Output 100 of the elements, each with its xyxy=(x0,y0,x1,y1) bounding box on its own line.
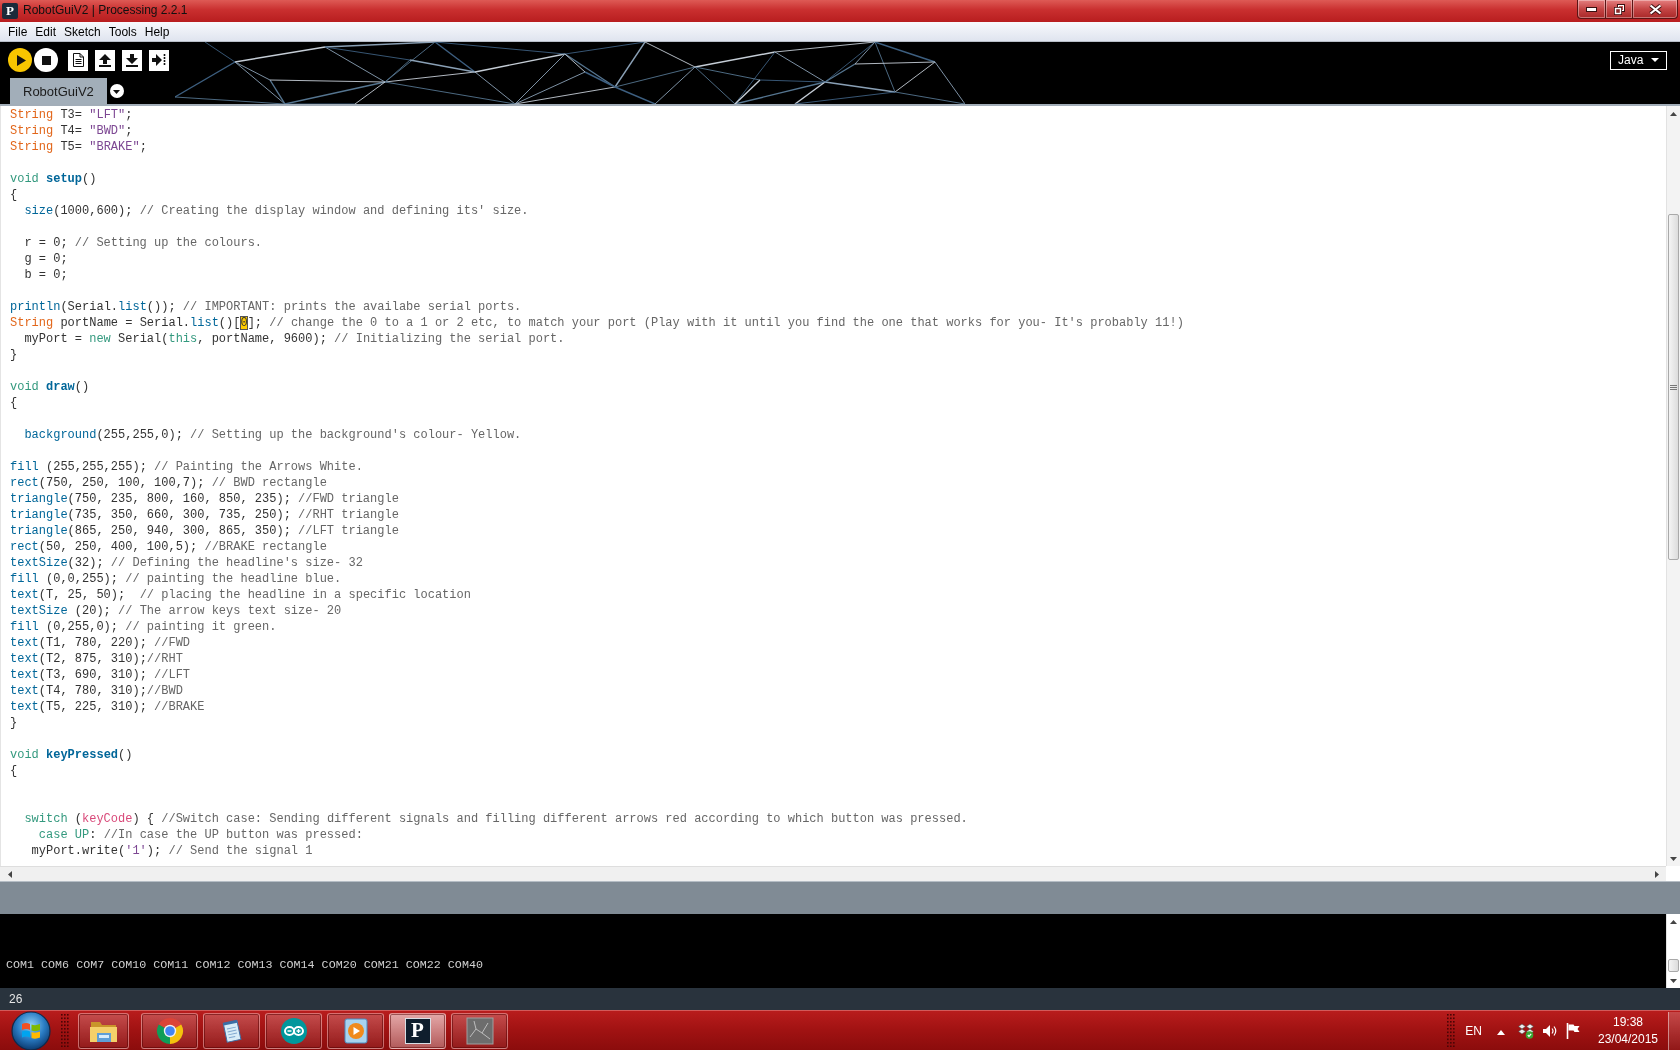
code-line: text(T5, 225, 310); //BRAKE xyxy=(10,699,205,715)
code-line: println(Serial.list()); // IMPORTANT: prints the availabe serial ports. xyxy=(10,299,522,315)
play-icon xyxy=(341,1016,370,1045)
clock-date[interactable]: 23/04/2015 xyxy=(1597,1030,1659,1048)
up-triangle-icon[interactable] xyxy=(1670,919,1677,924)
play-icon xyxy=(16,54,26,66)
taskbar-button[interactable] xyxy=(265,1012,322,1049)
scroll-thumb[interactable] xyxy=(1668,959,1679,972)
menu-item[interactable]: Help xyxy=(140,22,174,41)
code-line: void setup() xyxy=(10,171,97,187)
boxes-check-icon[interactable] xyxy=(1518,1022,1534,1039)
app-logo: P xyxy=(404,1017,431,1044)
taskbar-button[interactable] xyxy=(203,1012,260,1049)
code-line: } xyxy=(10,715,18,731)
mode-dropdown[interactable]: Java xyxy=(1610,50,1667,70)
code-line: size(1000,600); // Creating the display window and defining its' size. xyxy=(23,203,529,219)
start-button[interactable] xyxy=(9,1010,53,1050)
code-line: text(T, 25, 50); // placing the headline in a specific location xyxy=(10,587,471,603)
document-icon xyxy=(72,53,84,67)
ring-logo-icon xyxy=(155,1016,184,1045)
flag-icon[interactable] xyxy=(1566,1022,1580,1039)
right-triangle-icon[interactable] xyxy=(1655,870,1659,878)
left-triangle-icon[interactable] xyxy=(8,870,12,878)
language-indicator[interactable]: EN xyxy=(1465,1023,1482,1038)
taskbar-button[interactable] xyxy=(327,1012,384,1049)
app-logo: P xyxy=(2,3,18,19)
code-line: String T3= "LFT"; xyxy=(10,107,133,123)
export-button[interactable] xyxy=(149,49,169,71)
up-triangle-icon[interactable] xyxy=(1497,1030,1505,1035)
restore-button[interactable] xyxy=(1606,0,1633,19)
code-line: myPort = new Serial(this, portName, 9600); // Initializing the serial port. xyxy=(23,331,565,347)
code-line: String T5= "BRAKE"; xyxy=(10,139,147,155)
menu-item[interactable]: Sketch xyxy=(60,22,105,41)
new-button[interactable] xyxy=(68,49,88,71)
code-line: triangle(865, 250, 940, 300, 865, 350); //LFT triangle xyxy=(10,523,399,539)
caret-icon xyxy=(113,89,121,94)
code-line: void keyPressed() xyxy=(10,747,133,763)
sketch-tab[interactable]: RobotGuiV2 xyxy=(10,78,107,104)
minimize-button[interactable] xyxy=(1577,0,1606,19)
restore-icon xyxy=(1613,3,1625,15)
code-line: text(T3, 690, 310); //LFT xyxy=(10,667,191,683)
infinity-logo-icon xyxy=(279,1016,308,1045)
run-button[interactable] xyxy=(8,48,32,72)
code-line: } xyxy=(10,347,18,363)
code-line: background(255,255,0); // Setting up the background's colour- Yellow. xyxy=(23,427,522,443)
caret-icon xyxy=(1651,58,1659,62)
console-output: COM1 COM6 COM7 COM10 COM11 COM12 COM13 COM14 COM20 COM21 COM22 COM40 xyxy=(6,957,483,973)
code-line: void draw() xyxy=(10,379,90,395)
code-line: text(T2, 875, 310);//RHT xyxy=(10,651,183,667)
vertical-scrollbar[interactable] xyxy=(1666,914,1680,988)
minimize-icon xyxy=(1586,6,1597,12)
menu-item[interactable]: File xyxy=(4,22,32,41)
taskbar-button[interactable] xyxy=(78,1012,129,1049)
save-button[interactable] xyxy=(122,49,142,71)
taskbar-button[interactable]: P xyxy=(389,1012,446,1049)
close-button[interactable] xyxy=(1633,0,1678,19)
clock-time[interactable]: 19:38 xyxy=(1613,1013,1643,1031)
tab-menu-button[interactable] xyxy=(109,84,124,98)
speaker-icon[interactable] xyxy=(1542,1023,1558,1038)
menu-item[interactable]: Edit xyxy=(31,22,61,41)
close-icon xyxy=(1648,3,1662,15)
code-line: text(T4, 780, 310);//BWD xyxy=(10,683,183,699)
code-line: g = 0; xyxy=(23,251,68,267)
window-title: RobotGuiV2 | Processing 2.2.1 xyxy=(23,2,188,19)
gripper-icon xyxy=(1447,1014,1456,1047)
code-line: case UP: //In case the UP button was pressed: xyxy=(37,827,363,843)
vertical-scrollbar[interactable] xyxy=(1666,106,1680,866)
start-orb-icon xyxy=(10,1010,52,1050)
taskbar-button[interactable] xyxy=(141,1012,198,1049)
scroll-thumb[interactable] xyxy=(1668,214,1679,560)
code-line: String portName = Serial.list()[0]; // change the 0 to a 1 or 2 etc, to match your port (Play with it until you find the one that works for you- It's probably 11!) xyxy=(10,315,1184,331)
code-line: { xyxy=(10,395,18,411)
code-line: String T4= "BWD"; xyxy=(10,123,133,139)
code-line: fill (0,255,0); // painting it green. xyxy=(10,619,277,635)
down-triangle-icon[interactable] xyxy=(1670,978,1677,983)
horizontal-scrollbar[interactable] xyxy=(0,866,1666,881)
code-line: { xyxy=(10,763,18,779)
up-triangle-icon[interactable] xyxy=(1670,111,1677,116)
line-number: 26 xyxy=(9,992,23,1006)
code-line: textSize (20); // The arrow keys text size- 20 xyxy=(10,603,342,619)
stop-button[interactable] xyxy=(34,48,58,72)
stop-icon xyxy=(41,55,51,65)
code-line: switch (keyCode) { //Switch case: Sending different signals and filling different arrows red according to which button was pressed. xyxy=(23,811,968,827)
code-line: triangle(750, 235, 800, 160, 850, 235); //FWD triangle xyxy=(10,491,399,507)
up-arrow-icon xyxy=(99,53,111,67)
code-line: rect(50, 250, 400, 100,5); //BRAKE rectangle xyxy=(10,539,327,555)
show-desktop-button[interactable] xyxy=(1668,1011,1680,1050)
down-triangle-icon[interactable] xyxy=(1670,856,1677,861)
cracked-tile-icon xyxy=(465,1016,494,1045)
code-line: triangle(735, 350, 660, 300, 735, 250); //RHT triangle xyxy=(10,507,399,523)
menu-item[interactable]: Tools xyxy=(104,22,141,41)
down-arrow-icon xyxy=(126,53,138,67)
code-line: fill (0,0,255); // painting the headline blue. xyxy=(10,571,342,587)
code-line: rect(750, 250, 100, 100,7); // BWD rectangle xyxy=(10,475,327,491)
arrow-to-bar-icon xyxy=(152,54,166,66)
open-button[interactable] xyxy=(95,49,115,71)
code-line: fill (255,255,255); // Painting the Arrows White. xyxy=(10,459,363,475)
code-line: r = 0; // Setting up the colours. xyxy=(23,235,263,251)
code-line: { xyxy=(10,187,18,203)
gripper-icon xyxy=(61,1014,69,1047)
